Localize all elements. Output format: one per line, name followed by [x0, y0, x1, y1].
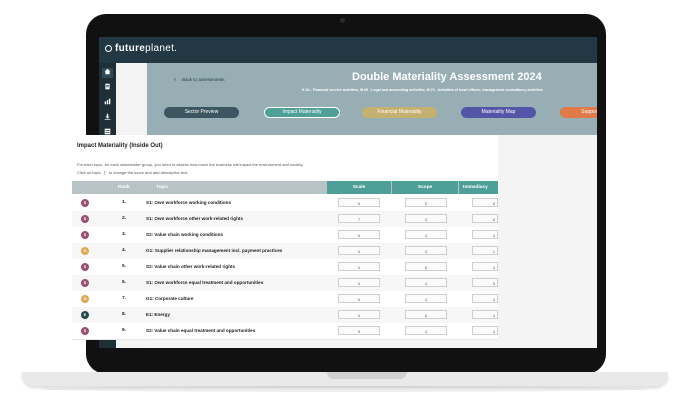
- immediacy-input[interactable]: 4: [472, 294, 498, 303]
- row-topic[interactable]: G1: Corporate culture: [146, 291, 193, 307]
- home-icon[interactable]: [102, 68, 113, 78]
- assessment-header: ‹ Back to assessments Double Materiality …: [147, 63, 597, 135]
- row-rank: 3.: [122, 232, 127, 237]
- row-topic[interactable]: S1: Own workforce other work-related rig…: [146, 211, 243, 227]
- scope-input[interactable]: 4: [405, 230, 447, 239]
- immediacy-input[interactable]: 5: [472, 278, 498, 287]
- scale-input[interactable]: 4: [338, 262, 380, 271]
- laptop-shadow: [40, 386, 650, 392]
- table-row[interactable]: E 8. E1: Energy 4 6 4: [72, 307, 498, 324]
- row-rank: 5.: [122, 264, 127, 269]
- immediacy-input[interactable]: 4: [472, 310, 498, 319]
- immediacy-input[interactable]: 6: [472, 198, 498, 207]
- col-scope[interactable]: Scope: [392, 181, 458, 194]
- table-row[interactable]: G 7. G1: Corporate culture 6 4 4: [72, 291, 498, 308]
- immediacy-input[interactable]: 6: [472, 214, 498, 223]
- col-topic[interactable]: Topic: [156, 181, 168, 194]
- laptop-base: [22, 372, 668, 386]
- category-badge: G: [81, 247, 89, 255]
- category-badge: S: [81, 327, 89, 335]
- immediacy-input[interactable]: 4: [472, 230, 498, 239]
- row-rank: 8.: [122, 312, 127, 317]
- scope-input[interactable]: 3: [405, 214, 447, 223]
- scope-input[interactable]: 5: [405, 198, 447, 207]
- row-rank: 4.: [122, 248, 127, 253]
- col-immediacy[interactable]: Immediacy: [459, 181, 498, 194]
- row-rank: 1.: [122, 200, 127, 205]
- row-topic[interactable]: S1: Own workforce equal treatment and op…: [146, 275, 263, 291]
- row-topic[interactable]: E1: Energy: [146, 307, 170, 323]
- impact-panel: Impact Materiality (Inside Out) For each…: [72, 135, 498, 340]
- table-row[interactable]: S 2. S1: Own workforce other work-related …: [72, 211, 498, 228]
- category-badge: S: [81, 279, 89, 287]
- row-topic[interactable]: S1: Own workforce working conditions: [146, 195, 231, 211]
- tab-support[interactable]: Support: [560, 107, 597, 118]
- immediacy-input[interactable]: 1: [472, 246, 498, 255]
- document-icon[interactable]: [102, 83, 113, 93]
- table-row[interactable]: S 1. S1: Own workforce working conditions 6…: [72, 195, 498, 212]
- page-subtitle: K.64 - Financial service activities, M.6…: [302, 88, 543, 92]
- scope-input[interactable]: 6: [405, 310, 447, 319]
- scale-input[interactable]: 5: [338, 326, 380, 335]
- chevron-left-icon: ‹: [174, 77, 176, 83]
- tab-materiality-map[interactable]: Materiality Map: [461, 107, 536, 118]
- scope-input[interactable]: 4: [405, 278, 447, 287]
- scope-input[interactable]: 6: [405, 262, 447, 271]
- table-header: Rank Topic Scale Scope Immediacy: [72, 181, 498, 194]
- col-scale[interactable]: Scale: [327, 181, 391, 194]
- table-row[interactable]: S 3. S2: Value chain working conditions 6 4 4: [72, 227, 498, 244]
- logo-icon: [105, 45, 112, 52]
- tab-financial-materiality[interactable]: Financial Materiality: [362, 107, 437, 118]
- tab-impact-materiality[interactable]: Impact Materiality: [264, 107, 340, 118]
- table-row[interactable]: G 4. G1: Supplier relationship management …: [72, 243, 498, 260]
- category-badge: G: [81, 295, 89, 303]
- back-link[interactable]: ‹ Back to assessments: [174, 77, 225, 83]
- page-title: Double Materiality Assessment 2024: [352, 71, 542, 83]
- scale-input[interactable]: 4: [338, 278, 380, 287]
- col-rank[interactable]: Rank: [118, 181, 130, 194]
- category-badge: S: [81, 231, 89, 239]
- scope-input[interactable]: 4: [405, 294, 447, 303]
- app-logo[interactable]: futureplanet.: [105, 43, 177, 54]
- row-rank: 7.: [122, 296, 127, 301]
- table-row[interactable]: S 6. S1: Own workforce equal treatment and…: [72, 275, 498, 292]
- row-topic[interactable]: S2: Value chain equal treatment and oppo…: [146, 323, 255, 339]
- laptop-notch: [327, 372, 407, 379]
- laptop-camera: [340, 18, 345, 23]
- tab-sector-preview[interactable]: Sector Preview: [164, 107, 239, 118]
- row-topic[interactable]: G1: Supplier relationship management inc…: [146, 243, 282, 259]
- scope-input[interactable]: 4: [405, 326, 447, 335]
- scale-input[interactable]: 7: [338, 214, 380, 223]
- row-topic[interactable]: S2: Value chain working conditions: [146, 227, 223, 243]
- scale-input[interactable]: 4: [338, 310, 380, 319]
- scale-input[interactable]: 4: [338, 246, 380, 255]
- immediacy-input[interactable]: 4: [472, 326, 498, 335]
- scale-input[interactable]: 6: [338, 230, 380, 239]
- category-badge: S: [81, 215, 89, 223]
- top-bar: futureplanet.: [99, 37, 597, 63]
- more-vertical-icon: ⋮: [102, 170, 107, 175]
- download-icon[interactable]: [102, 113, 113, 123]
- table-row[interactable]: S 5. S2: Value chain other work-related ri…: [72, 259, 498, 276]
- section-instructions: Click on topic ⋮ to change the score and a…: [77, 170, 189, 175]
- row-rank: 2.: [122, 216, 127, 221]
- table-row[interactable]: S 9. S2: Value chain equal treatment and o…: [72, 323, 498, 340]
- row-topic[interactable]: S2: Value chain other work-related right…: [146, 259, 235, 275]
- section-description: For each topic, for each stakeholder gro…: [77, 162, 304, 167]
- scale-input[interactable]: 6: [338, 294, 380, 303]
- chart-icon[interactable]: [102, 98, 113, 108]
- scale-input[interactable]: 6: [338, 198, 380, 207]
- category-badge: S: [81, 199, 89, 207]
- category-badge: E: [81, 311, 89, 319]
- row-rank: 9.: [122, 328, 127, 333]
- category-badge: S: [81, 263, 89, 271]
- immediacy-input[interactable]: 4: [472, 262, 498, 271]
- scope-input[interactable]: 3: [405, 246, 447, 255]
- section-title: Impact Materiality (Inside Out): [77, 143, 163, 149]
- row-rank: 6.: [122, 280, 127, 285]
